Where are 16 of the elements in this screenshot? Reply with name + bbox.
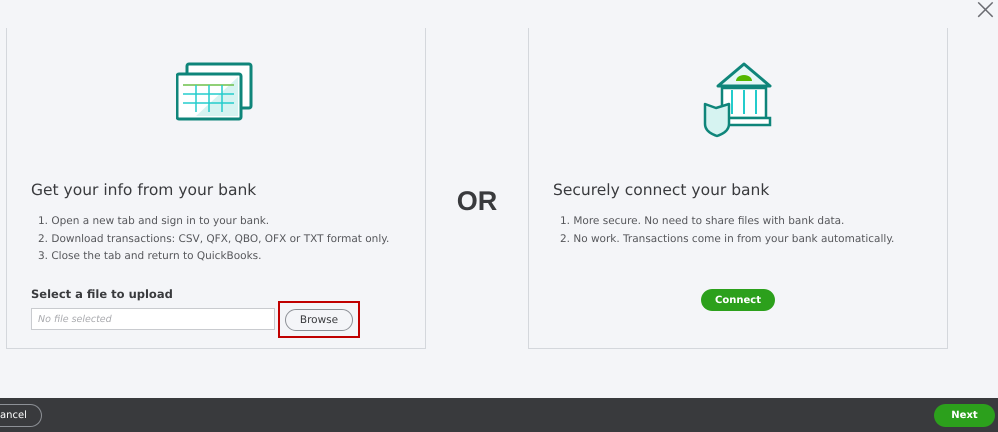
step-text: 3. Close the tab and return to QuickBooks. [38, 249, 262, 264]
step-text: 2. No work. Transactions come in from your bank automatically. [560, 232, 896, 246]
close-icon[interactable]: × [972, 0, 998, 20]
bank-shield-icon [702, 62, 774, 138]
file-field[interactable]: No file selected [31, 308, 275, 330]
cancel-button[interactable]: ancel [0, 404, 42, 426]
option-title: Get your info from your bank [31, 181, 258, 199]
step-text: 1. More secure. No need to share files with bank data. [560, 214, 846, 229]
or-separator: OR [456, 185, 498, 218]
file-label: Select a file to upload [31, 286, 174, 300]
connect-button[interactable]: Connect [701, 289, 775, 311]
option-title: Securely connect your bank [553, 181, 770, 199]
next-button[interactable]: Next [934, 404, 995, 426]
browse-button[interactable]: Browse [285, 308, 353, 330]
step-text: 1. Open a new tab and sign in to your bank. [38, 214, 270, 229]
step-text: 2. Download transactions: CSV, QFX, QBO, OFX or TXT format only. [38, 232, 390, 246]
